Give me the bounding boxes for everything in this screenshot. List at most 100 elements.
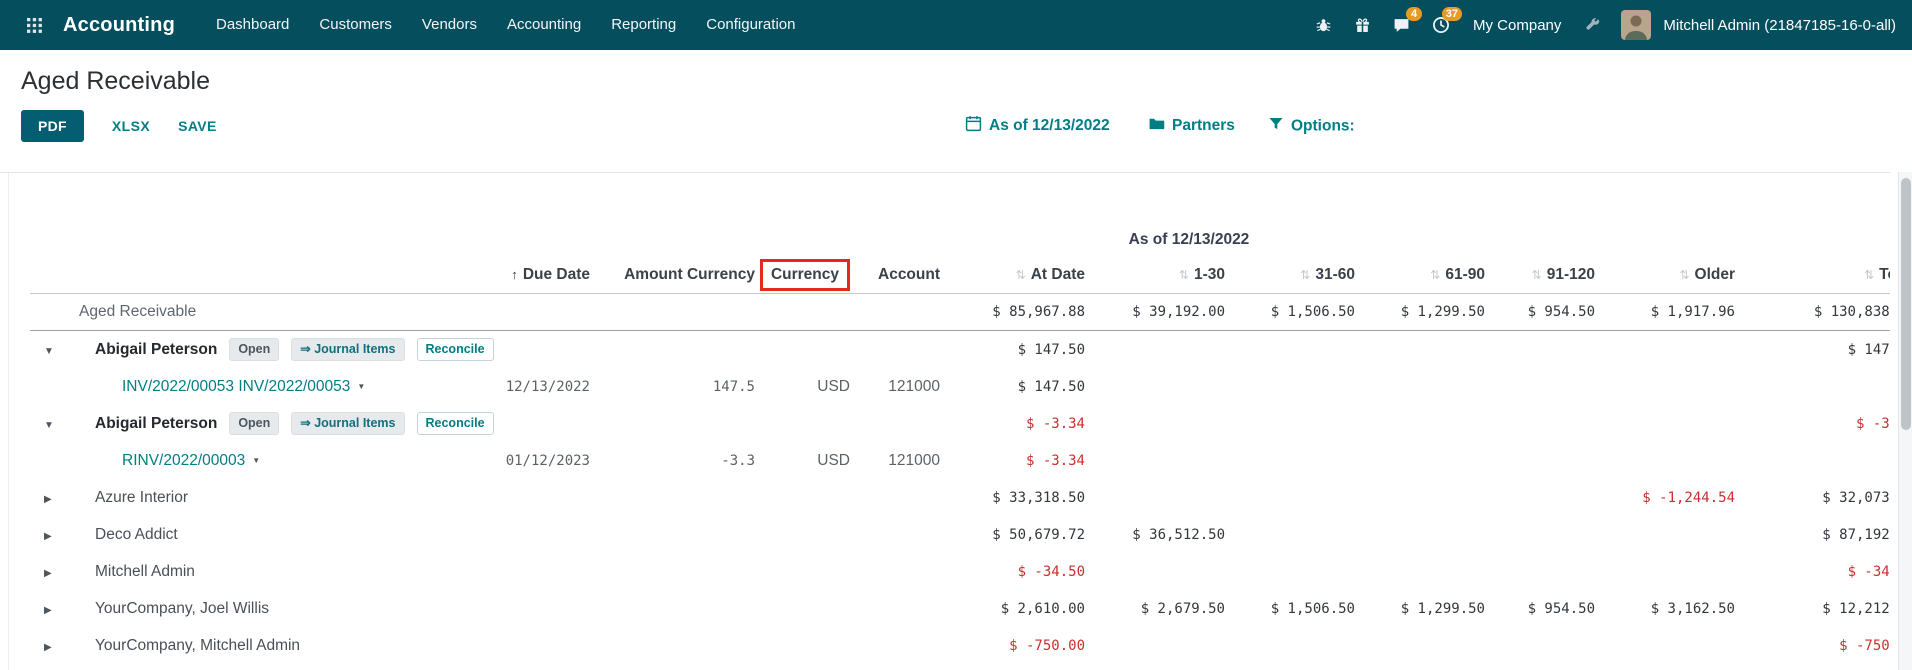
expand-caret-icon[interactable]: ▶ — [44, 605, 52, 616]
report-total-row: Aged Receivable $ 85,967.88$ 39,192.00 $ 1… — [30, 294, 1890, 331]
partner-row: ▶ YourCompany, Joel Willis $ 2,610.00$ 2,6… — [30, 590, 1890, 627]
cell-total: $ 12,212.50 — [1735, 601, 1890, 617]
reconcile-badge[interactable]: Reconcile — [417, 338, 494, 361]
gift-icon[interactable] — [1343, 0, 1382, 50]
col-header-total[interactable]: ⇅Total — [1735, 266, 1890, 284]
cell-at-date: $ -3.34 — [940, 416, 1085, 432]
partner-name[interactable]: Mitchell Admin — [95, 563, 195, 581]
dropdown-caret-icon[interactable]: ▼ — [252, 456, 260, 465]
menu-vendors[interactable]: Vendors — [407, 0, 492, 50]
cell-c2: $ 1,506.50 — [1225, 601, 1355, 617]
app-name[interactable]: Accounting — [63, 14, 175, 37]
debug-bug-icon[interactable] — [1304, 0, 1343, 50]
col-header-31-60[interactable]: ⇅31-60 — [1225, 266, 1355, 284]
row-label: Aged Receivable — [30, 303, 490, 321]
cell-at-date: $ 2,610.00 — [940, 601, 1085, 617]
partner-name[interactable]: YourCompany, Mitchell Admin — [95, 637, 300, 655]
col-header-account[interactable]: Account — [850, 266, 940, 284]
collapse-caret-icon[interactable]: ▼ — [44, 420, 54, 431]
menu-customers[interactable]: Customers — [304, 0, 407, 50]
vertical-scrollbar[interactable] — [1898, 172, 1912, 670]
invoice-link[interactable]: RINV/2022/00003 — [122, 452, 245, 470]
collapse-caret-icon[interactable]: ▼ — [44, 346, 54, 357]
expand-caret-icon[interactable]: ▶ — [44, 642, 52, 653]
cell-account: 121000 — [850, 378, 940, 396]
cell-at-date: $ -750.00 — [940, 638, 1085, 654]
report-header-row: ↑Due Date Amount Currency Currency Accou… — [30, 257, 1890, 294]
options-filter[interactable]: Options: — [1268, 116, 1355, 137]
open-badge[interactable]: Open — [229, 338, 279, 361]
cell-total: $ -750.00 — [1735, 638, 1890, 654]
wrench-icon[interactable] — [1573, 0, 1613, 50]
expand-caret-icon[interactable]: ▶ — [44, 531, 52, 542]
partner-name[interactable]: Deco Addict — [95, 526, 178, 544]
partner-name[interactable]: YourCompany, Joel Willis — [95, 600, 269, 618]
menu-reporting[interactable]: Reporting — [596, 0, 691, 50]
partner-name-cell: YourCompany, Mitchell Admin — [95, 637, 490, 655]
cell-older: $ 1,917.96 — [1595, 304, 1735, 320]
cell-total: $ 147.50 — [1735, 342, 1890, 358]
partner-row: ▶Deco Addict$ 50,679.72$ 36,512.50$ 87,1… — [30, 516, 1890, 553]
col-header-1-30[interactable]: ⇅1-30 — [1085, 266, 1225, 284]
expand-caret-icon[interactable]: ▶ — [44, 494, 52, 505]
cell-c1: $ 39,192.00 — [1085, 304, 1225, 320]
cell-account: 121000 — [850, 452, 940, 470]
expand-cell: ▶ — [30, 526, 95, 544]
partner-name[interactable]: Abigail Peterson — [95, 415, 217, 433]
cell-at-date: $ 147.50 — [940, 342, 1085, 358]
expand-cell: ▶ — [30, 637, 95, 655]
col-header-currency[interactable]: Currency — [755, 259, 850, 291]
invoice-link[interactable]: INV/2022/00053 INV/2022/00053 — [122, 378, 350, 396]
cell-c1: $ 2,679.50 — [1085, 601, 1225, 617]
top-navbar: Accounting DashboardCustomersVendorsAcco… — [0, 0, 1912, 50]
cell-at-date: $ 33,318.50 — [940, 490, 1085, 506]
messages-count-badge: 4 — [1406, 7, 1422, 21]
partners-filter[interactable]: Partners — [1148, 115, 1235, 137]
cell-at-date: $ 85,967.88 — [940, 304, 1085, 320]
folder-icon — [1148, 115, 1165, 137]
col-header-91-120[interactable]: ⇅91-120 — [1485, 266, 1595, 284]
report-action-bar: PDF XLSX SAVE As of 12/13/2022 Partners … — [21, 108, 1912, 144]
col-header-older[interactable]: ⇅Older — [1595, 266, 1735, 284]
col-header-due-date[interactable]: ↑Due Date — [490, 266, 590, 284]
partner-name-cell: Abigail PetersonOpen⇒ Journal ItemsRecon… — [95, 338, 490, 361]
messages-icon[interactable]: 4 — [1382, 0, 1421, 50]
col-header-amount-currency[interactable]: Amount Currency — [590, 266, 755, 284]
expand-cell: ▼ — [30, 341, 95, 359]
sort-icon: ⇅ — [1016, 268, 1026, 282]
reconcile-badge[interactable]: Reconcile — [417, 412, 494, 435]
company-switcher[interactable]: My Company — [1473, 17, 1561, 34]
journal-items-badge[interactable]: ⇒ Journal Items — [291, 338, 404, 361]
activities-clock-icon[interactable]: 37 — [1421, 0, 1461, 50]
cell-at-date: $ -34.50 — [940, 564, 1085, 580]
partner-row: ▶Azure Interior$ 33,318.50$ -1,244.54$ 3… — [30, 479, 1890, 516]
partner-name-cell: Mitchell Admin — [95, 563, 490, 581]
open-badge[interactable]: Open — [229, 412, 279, 435]
xlsx-button[interactable]: XLSX — [112, 118, 150, 134]
save-button[interactable]: SAVE — [178, 118, 217, 134]
pdf-button[interactable]: PDF — [21, 110, 84, 142]
col-header-61-90[interactable]: ⇅61-90 — [1355, 266, 1485, 284]
cell-c4: $ 954.50 — [1485, 601, 1595, 617]
expand-caret-icon[interactable]: ▶ — [44, 568, 52, 579]
user-avatar[interactable] — [1621, 10, 1651, 40]
scrollbar-thumb[interactable] — [1901, 178, 1911, 430]
cell-c3: $ 1,299.50 — [1355, 601, 1485, 617]
menu-configuration[interactable]: Configuration — [691, 0, 810, 50]
cell-total: $ 87,192.22 — [1735, 527, 1890, 543]
partner-name[interactable]: Abigail Peterson — [95, 341, 217, 359]
journal-items-badge[interactable]: ⇒ Journal Items — [291, 412, 404, 435]
cell-currency: USD — [755, 378, 850, 396]
partner-name[interactable]: Azure Interior — [95, 489, 188, 507]
expand-cell: ▶ — [30, 489, 95, 507]
cell-c3: $ 1,299.50 — [1355, 304, 1485, 320]
apps-menu-icon[interactable] — [16, 0, 53, 50]
cell-at-date: $ 50,679.72 — [940, 527, 1085, 543]
dropdown-caret-icon[interactable]: ▼ — [357, 382, 365, 391]
cell-due-date: 01/12/2023 — [490, 453, 590, 469]
date-filter[interactable]: As of 12/13/2022 — [965, 115, 1110, 137]
col-header-at-date[interactable]: ⇅At Date — [940, 266, 1085, 284]
user-menu[interactable]: Mitchell Admin (21847185-16-0-all) — [1663, 17, 1896, 34]
menu-accounting[interactable]: Accounting — [492, 0, 596, 50]
menu-dashboard[interactable]: Dashboard — [201, 0, 304, 50]
